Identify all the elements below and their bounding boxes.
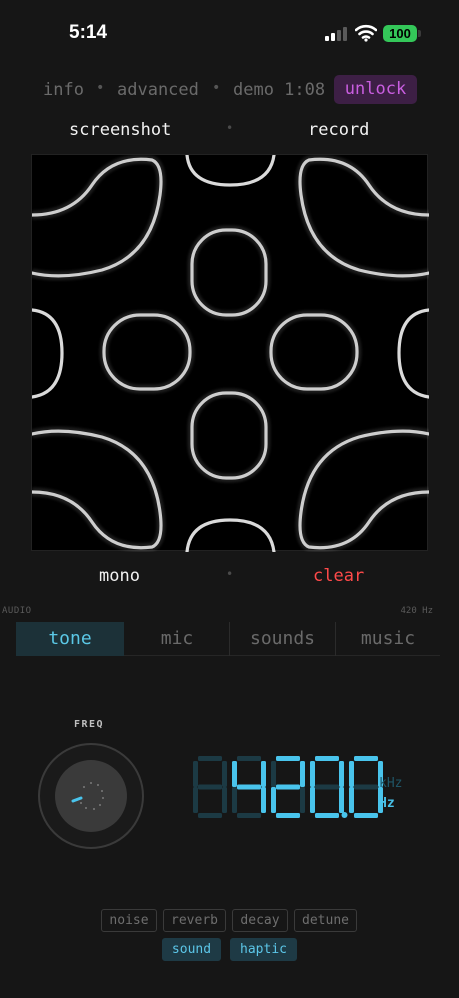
display-segment <box>232 787 237 813</box>
signal-icon <box>325 27 349 41</box>
display-segment <box>354 813 378 818</box>
haptic-toggle[interactable]: haptic <box>230 938 297 961</box>
display-segment <box>354 784 378 790</box>
knob-ticks-icon <box>71 782 104 810</box>
sound-toggle[interactable]: sound <box>162 938 221 961</box>
frequency-display <box>193 756 383 818</box>
action-separator: • <box>226 121 234 135</box>
decimal-point <box>341 812 348 818</box>
display-segment <box>300 761 305 787</box>
audio-frequency-label: 420 Hz <box>400 606 433 616</box>
screenshot-button[interactable]: screenshot <box>69 120 171 140</box>
display-segment <box>237 813 261 818</box>
unit-hz-label: Hz <box>379 796 395 811</box>
display-segment <box>276 813 300 818</box>
tab-music[interactable]: music <box>336 622 440 656</box>
display-segment <box>339 787 344 813</box>
display-segment <box>349 761 354 787</box>
chladni-canvas[interactable] <box>31 154 429 552</box>
status-time: 5:14 <box>69 22 108 43</box>
decay-toggle[interactable]: decay <box>232 909 288 932</box>
detune-toggle[interactable]: detune <box>294 909 357 932</box>
unlock-button[interactable]: unlock <box>334 75 417 104</box>
status-bar: 5:14 100 <box>0 0 459 66</box>
reverb-toggle[interactable]: reverb <box>163 909 226 932</box>
display-segment <box>354 756 378 761</box>
display-segment <box>310 787 315 813</box>
battery-icon: 100 <box>383 25 421 42</box>
display-segment <box>198 756 222 761</box>
display-segment <box>310 761 315 787</box>
display-segment <box>349 787 354 813</box>
sand-arc-top <box>185 155 276 187</box>
tab-mic[interactable]: mic <box>124 622 230 656</box>
display-segment <box>315 756 339 761</box>
advanced-link[interactable]: advanced <box>117 80 199 100</box>
tab-sounds[interactable]: sounds <box>230 622 335 656</box>
tab-tone[interactable]: tone <box>16 622 124 656</box>
display-segment <box>193 761 198 787</box>
audio-tabs: tone mic sounds music <box>16 622 440 656</box>
record-button[interactable]: record <box>308 120 369 140</box>
display-segment <box>271 761 276 787</box>
display-segment <box>300 787 305 813</box>
display-segment <box>271 787 276 813</box>
display-segment <box>315 784 339 790</box>
display-segment <box>276 756 300 761</box>
mono-button[interactable]: mono <box>99 566 140 586</box>
nav-separator: • <box>212 80 221 96</box>
canvas-actions-row: mono • clear <box>0 562 459 592</box>
display-segment <box>315 813 339 818</box>
display-segment <box>198 813 222 818</box>
display-segment <box>276 784 300 790</box>
noise-toggle[interactable]: noise <box>101 909 157 932</box>
display-segment <box>339 761 344 787</box>
demo-timer: demo 1:08 <box>233 80 326 100</box>
nav-separator: • <box>96 80 105 96</box>
wifi-icon <box>355 24 377 42</box>
audio-section-label: AUDIO <box>2 606 32 616</box>
sand-arc-left <box>32 308 64 399</box>
display-segment <box>222 787 227 813</box>
display-segment <box>237 756 261 761</box>
display-segment <box>237 784 261 790</box>
sand-arc-bottom <box>185 518 276 552</box>
unit-khz-label: kHz <box>379 776 403 791</box>
display-segment <box>198 784 222 790</box>
display-segment <box>193 787 198 813</box>
clear-button[interactable]: clear <box>313 566 364 586</box>
capture-row: screenshot • record <box>0 116 459 146</box>
display-segment <box>232 761 237 787</box>
sand-arc-right <box>397 308 429 399</box>
display-segment <box>261 787 266 813</box>
display-segment <box>261 761 266 787</box>
sand-pattern <box>32 155 429 552</box>
info-link[interactable]: info <box>43 80 84 100</box>
display-segment <box>222 761 227 787</box>
action-separator: • <box>226 567 234 581</box>
freq-label: FREQ <box>74 719 105 730</box>
